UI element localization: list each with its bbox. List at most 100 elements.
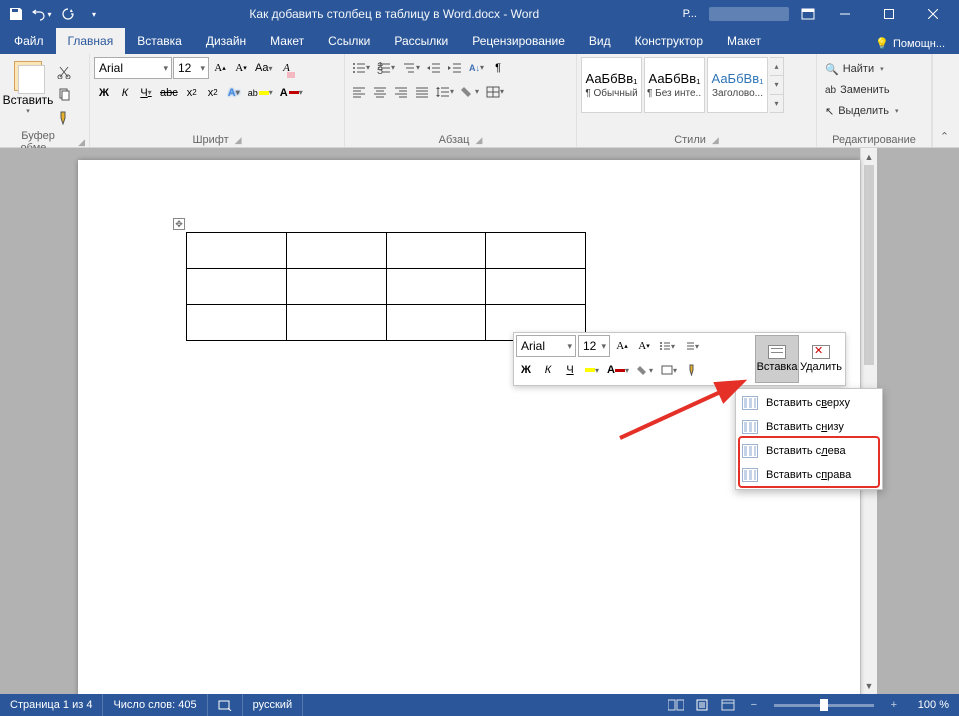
scroll-down-icon[interactable]: ▼ [861, 677, 877, 694]
mini-numbering[interactable] [680, 335, 702, 357]
insert-left-item[interactable]: Вставить слева [736, 439, 882, 463]
insert-right-item[interactable]: Вставить справа [736, 463, 882, 487]
mini-bold[interactable]: Ж [516, 359, 536, 381]
bullets-button[interactable] [349, 57, 373, 78]
web-layout-button[interactable] [716, 694, 740, 716]
superscript-button[interactable]: x2 [203, 82, 223, 103]
page-indicator[interactable]: Страница 1 из 4 [0, 694, 103, 716]
mini-font-color[interactable]: A [604, 359, 632, 381]
multilevel-button[interactable] [399, 57, 423, 78]
account-label[interactable]: Р... [683, 7, 697, 21]
style-heading1[interactable]: АаБбВв₁Заголово... [707, 57, 768, 113]
tell-me[interactable]: 💡Помощн... [875, 37, 959, 54]
insert-below-item[interactable]: Вставить снизу [736, 415, 882, 439]
tab-file[interactable]: Файл [2, 28, 56, 54]
tab-review[interactable]: Рецензирование [460, 28, 577, 54]
zoom-level[interactable]: 100 % [908, 699, 959, 711]
style-normal[interactable]: АаБбВв₁¶ Обычный [581, 57, 642, 113]
format-painter-button[interactable] [54, 107, 74, 128]
word-count[interactable]: Число слов: 405 [103, 694, 207, 716]
shrink-font-button[interactable]: A▾ [231, 58, 251, 79]
bold-button[interactable]: Ж [94, 82, 114, 103]
collapse-ribbon-button[interactable]: ⌃ [932, 54, 956, 147]
cut-button[interactable] [54, 61, 74, 82]
mini-insert-button[interactable]: Вставка [755, 335, 799, 383]
tab-home[interactable]: Главная [56, 28, 126, 54]
document-table[interactable] [186, 232, 586, 341]
indent-button[interactable] [445, 57, 465, 78]
redo-icon[interactable] [56, 2, 80, 26]
mini-italic[interactable]: К [538, 359, 558, 381]
font-size-combo[interactable]: 12 [173, 57, 209, 79]
change-case-button[interactable]: Aa [252, 58, 275, 79]
spellcheck-button[interactable] [208, 694, 243, 716]
align-right-button[interactable] [391, 81, 411, 102]
numbering-button[interactable]: 123 [374, 57, 398, 78]
align-left-button[interactable] [349, 81, 369, 102]
subscript-button[interactable]: x2 [182, 82, 202, 103]
print-layout-button[interactable] [690, 694, 714, 716]
zoom-slider[interactable] [774, 704, 874, 707]
ribbon-options-icon[interactable] [801, 7, 815, 21]
mini-shading[interactable] [634, 359, 656, 381]
align-center-button[interactable] [370, 81, 390, 102]
close-button[interactable] [911, 0, 955, 28]
paste-button[interactable]: Вставить ▾ [4, 57, 52, 125]
find-button[interactable]: 🔍Найти▾ [821, 59, 888, 79]
font-name-combo[interactable]: Arial [94, 57, 172, 79]
mini-shrink-font[interactable]: A▾ [634, 335, 654, 357]
highlight-button[interactable]: ab [245, 82, 276, 103]
mini-size-combo[interactable]: 12 [578, 335, 610, 357]
tab-layout[interactable]: Макет [258, 28, 316, 54]
shading-button[interactable] [458, 81, 482, 102]
underline-button[interactable]: Ч [136, 82, 156, 103]
mini-format-painter[interactable] [682, 359, 702, 381]
scroll-thumb[interactable] [864, 165, 874, 365]
show-marks-button[interactable]: ¶ [488, 57, 508, 78]
read-mode-button[interactable] [664, 694, 688, 716]
styles-gallery-scroll[interactable]: ▴▾▾ [770, 57, 784, 113]
clear-format-button[interactable]: A [276, 58, 296, 79]
borders-button[interactable] [483, 81, 507, 102]
copy-button[interactable] [54, 84, 74, 105]
tab-mailings[interactable]: Рассылки [382, 28, 460, 54]
strike-button[interactable]: abc [157, 82, 181, 103]
font-color-button[interactable]: A [277, 82, 306, 103]
style-nospacing[interactable]: АаБбВв₁¶ Без инте... [644, 57, 705, 113]
tab-design[interactable]: Дизайн [194, 28, 258, 54]
tab-table-layout[interactable]: Макет [715, 28, 773, 54]
qat-customize-icon[interactable]: ▾ [82, 2, 106, 26]
line-spacing-button[interactable] [433, 81, 457, 102]
mini-delete-button[interactable]: Удалить [799, 335, 843, 383]
zoom-in-button[interactable]: + [882, 694, 906, 716]
grow-font-button[interactable]: A▴ [210, 58, 230, 79]
select-button[interactable]: ↖Выделить▾ [821, 101, 902, 121]
styles-launcher-icon[interactable]: ◢ [712, 135, 719, 146]
text-effects-button[interactable]: A [224, 82, 244, 103]
tab-insert[interactable]: Вставка [125, 28, 194, 54]
undo-icon[interactable]: ▾ [30, 2, 54, 26]
mini-underline[interactable]: Ч [560, 359, 580, 381]
tab-references[interactable]: Ссылки [316, 28, 382, 54]
mini-borders[interactable] [658, 359, 680, 381]
sort-button[interactable]: А↓ [466, 57, 487, 78]
paragraph-launcher-icon[interactable]: ◢ [475, 135, 482, 146]
save-icon[interactable] [4, 2, 28, 26]
mini-grow-font[interactable]: A▴ [612, 335, 632, 357]
justify-button[interactable] [412, 81, 432, 102]
scroll-up-icon[interactable]: ▲ [861, 148, 877, 165]
minimize-button[interactable] [823, 0, 867, 28]
tab-table-design[interactable]: Конструктор [623, 28, 715, 54]
clipboard-launcher-icon[interactable]: ◢ [78, 137, 85, 148]
italic-button[interactable]: К [115, 82, 135, 103]
mini-highlight[interactable] [582, 359, 602, 381]
language-indicator[interactable]: русский [243, 694, 303, 716]
zoom-out-button[interactable]: − [742, 694, 766, 716]
font-launcher-icon[interactable]: ◢ [235, 135, 242, 146]
mini-font-combo[interactable]: Arial [516, 335, 576, 357]
insert-above-item[interactable]: Вставить сверху [736, 391, 882, 415]
outdent-button[interactable] [424, 57, 444, 78]
tab-view[interactable]: Вид [577, 28, 623, 54]
mini-bullets[interactable] [656, 335, 678, 357]
table-move-handle[interactable]: ✥ [173, 218, 185, 230]
